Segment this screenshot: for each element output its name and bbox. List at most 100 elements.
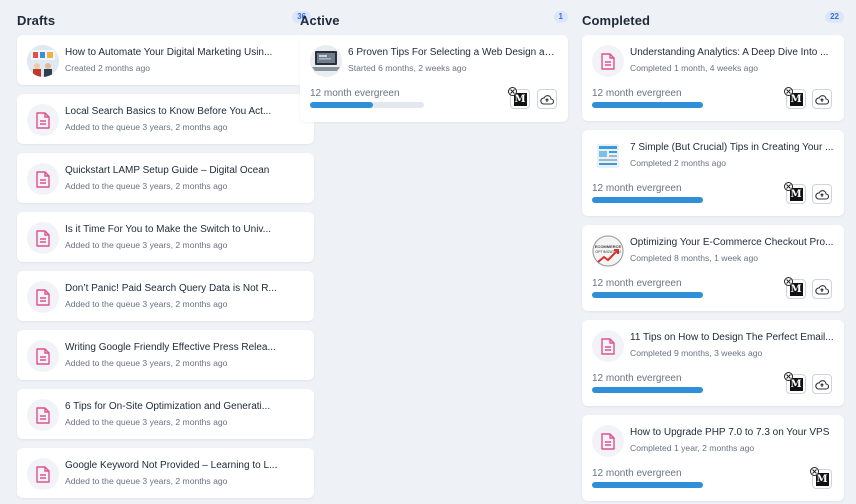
completed-card-subtitle: Completed 8 months, 1 week ago — [630, 253, 759, 263]
completed-card-subtitle: Completed 1 year, 2 months ago — [630, 443, 755, 453]
completed-card-title: How to Upgrade PHP 7.0 to 7.3 on Your VP… — [630, 427, 830, 438]
upload-button[interactable] — [812, 279, 832, 299]
draft-card-title: 6 Tips for On-Site Optimization and Gene… — [65, 401, 271, 412]
active-column: Active 1 6 Proven Tips For Selecting a W… — [300, 0, 568, 122]
draft-card[interactable]: Quickstart LAMP Setup Guide – Digital Oc… — [17, 153, 314, 203]
completed-card-subtitle: Completed 9 months, 3 weeks ago — [630, 348, 763, 358]
medium-publish-button[interactable]: M — [784, 87, 806, 109]
document-icon — [592, 330, 624, 362]
draft-card[interactable]: Is it Time For You to Make the Switch to… — [17, 212, 314, 262]
completed-card-subtitle: Completed 1 month, 4 weeks ago — [630, 63, 759, 73]
marketing-image-thumbnail — [27, 45, 59, 77]
completed-count-badge: 22 — [825, 11, 844, 23]
document-icon — [27, 281, 59, 313]
progress-bar-fill — [310, 102, 373, 108]
remove-x-icon[interactable] — [784, 87, 793, 96]
webpage-image-thumbnail — [592, 140, 624, 172]
draft-card-title: Don’t Panic! Paid Search Query Data is N… — [65, 283, 277, 294]
ecommerce-badge-image-thumbnail: ECOMMERCE OPTIMIZATION — [592, 235, 624, 267]
completed-column: Completed 22 Understanding Analytics: A … — [582, 0, 844, 501]
active-card-title: 6 Proven Tips For Selecting a Web Design… — [348, 47, 558, 58]
progress-bar-fill — [592, 292, 703, 298]
progress-bar — [310, 102, 424, 108]
document-icon — [592, 425, 624, 457]
completed-card-title: Optimizing Your E-Commerce Checkout Pro.… — [630, 237, 834, 248]
progress-bar — [592, 292, 703, 298]
draft-card-subtitle: Created 2 months ago — [65, 63, 151, 73]
svg-text:ECOMMERCE: ECOMMERCE — [595, 244, 622, 249]
upload-button[interactable] — [537, 89, 557, 109]
draft-card-subtitle: Added to the queue 3 years, 2 months ago — [65, 417, 228, 427]
medium-publish-button[interactable]: M — [784, 182, 806, 204]
completed-card[interactable]: 11 Tips on How to Design The Perfect Ema… — [582, 320, 844, 406]
progress-bar-fill — [592, 197, 703, 203]
medium-publish-button[interactable]: M — [784, 277, 806, 299]
document-icon — [27, 340, 59, 372]
evergreen-label: 12 month evergreen — [592, 183, 682, 194]
document-icon — [27, 104, 59, 136]
document-icon — [27, 458, 59, 490]
completed-card[interactable]: ECOMMERCE OPTIMIZATION Optimizing Your E… — [582, 225, 844, 311]
active-card-subtitle: Started 6 months, 2 weeks ago — [348, 63, 467, 73]
drafts-column: Drafts 36 How to Automate Your Digital M… — [17, 0, 314, 498]
draft-card-subtitle: Added to the queue 3 years, 2 months ago — [65, 358, 228, 368]
drafts-column-title: Drafts — [17, 12, 56, 28]
active-count-badge: 1 — [553, 11, 568, 23]
document-icon — [592, 45, 624, 77]
progress-bar-fill — [592, 102, 703, 108]
progress-bar — [592, 197, 703, 203]
draft-card[interactable]: Don’t Panic! Paid Search Query Data is N… — [17, 271, 314, 321]
draft-card-title: Quickstart LAMP Setup Guide – Digital Oc… — [65, 165, 270, 176]
completed-column-title: Completed — [582, 12, 651, 28]
progress-bar — [592, 102, 703, 108]
completed-card[interactable]: Understanding Analytics: A Deep Dive Int… — [582, 35, 844, 121]
active-column-title: Active — [300, 12, 340, 28]
completed-card-title: 7 Simple (But Crucial) Tips in Creating … — [630, 142, 834, 153]
remove-x-icon[interactable] — [784, 182, 793, 191]
document-icon — [27, 222, 59, 254]
draft-card-subtitle: Added to the queue 3 years, 2 months ago — [65, 122, 228, 132]
medium-publish-button[interactable]: M — [508, 87, 530, 109]
laptop-image-thumbnail — [310, 45, 342, 77]
progress-bar — [592, 387, 703, 393]
draft-card-subtitle: Added to the queue 3 years, 2 months ago — [65, 181, 228, 191]
draft-card[interactable]: Local Search Basics to Know Before You A… — [17, 94, 314, 144]
upload-button[interactable] — [812, 89, 832, 109]
draft-card-title: How to Automate Your Digital Marketing U… — [65, 47, 273, 58]
draft-card-title: Writing Google Friendly Effective Press … — [65, 342, 276, 353]
cloud-upload-icon — [815, 189, 829, 200]
completed-card[interactable]: 7 Simple (But Crucial) Tips in Creating … — [582, 130, 844, 216]
draft-card[interactable]: Writing Google Friendly Effective Press … — [17, 330, 314, 380]
progress-bar-fill — [592, 387, 703, 393]
draft-card[interactable]: How to Automate Your Digital Marketing U… — [17, 35, 314, 85]
evergreen-label: 12 month evergreen — [592, 373, 682, 384]
completed-column-header: Completed 22 — [582, 0, 844, 40]
draft-card[interactable]: Google Keyword Not Provided – Learning t… — [17, 448, 314, 498]
medium-publish-button[interactable]: M — [784, 372, 806, 394]
draft-card-title: Is it Time For You to Make the Switch to… — [65, 224, 272, 235]
draft-card-subtitle: Added to the queue 3 years, 2 months ago — [65, 240, 228, 250]
document-icon — [27, 163, 59, 195]
draft-card[interactable]: 6 Tips for On-Site Optimization and Gene… — [17, 389, 314, 439]
completed-card-title: Understanding Analytics: A Deep Dive Int… — [630, 47, 829, 58]
completed-card[interactable]: How to Upgrade PHP 7.0 to 7.3 on Your VP… — [582, 415, 844, 501]
upload-button[interactable] — [812, 374, 832, 394]
remove-x-icon[interactable] — [784, 277, 793, 286]
evergreen-label: 12 month evergreen — [310, 88, 400, 99]
draft-card-subtitle: Added to the queue 3 years, 2 months ago — [65, 476, 228, 486]
upload-button[interactable] — [812, 184, 832, 204]
evergreen-label: 12 month evergreen — [592, 278, 682, 289]
draft-card-title: Google Keyword Not Provided – Learning t… — [65, 460, 278, 471]
active-card[interactable]: 6 Proven Tips For Selecting a Web Design… — [300, 35, 568, 122]
remove-x-icon[interactable] — [508, 87, 517, 96]
drafts-column-header: Drafts 36 — [17, 0, 314, 40]
draft-card-subtitle: Added to the queue 3 years, 2 months ago — [65, 299, 228, 309]
cloud-upload-icon — [815, 284, 829, 295]
remove-x-icon[interactable] — [784, 372, 793, 381]
remove-x-icon[interactable] — [810, 467, 819, 476]
completed-card-subtitle: Completed 2 months ago — [630, 158, 727, 168]
cloud-upload-icon — [540, 94, 554, 105]
medium-publish-button[interactable]: M — [810, 467, 832, 489]
evergreen-label: 12 month evergreen — [592, 468, 682, 479]
draft-card-title: Local Search Basics to Know Before You A… — [65, 106, 272, 117]
